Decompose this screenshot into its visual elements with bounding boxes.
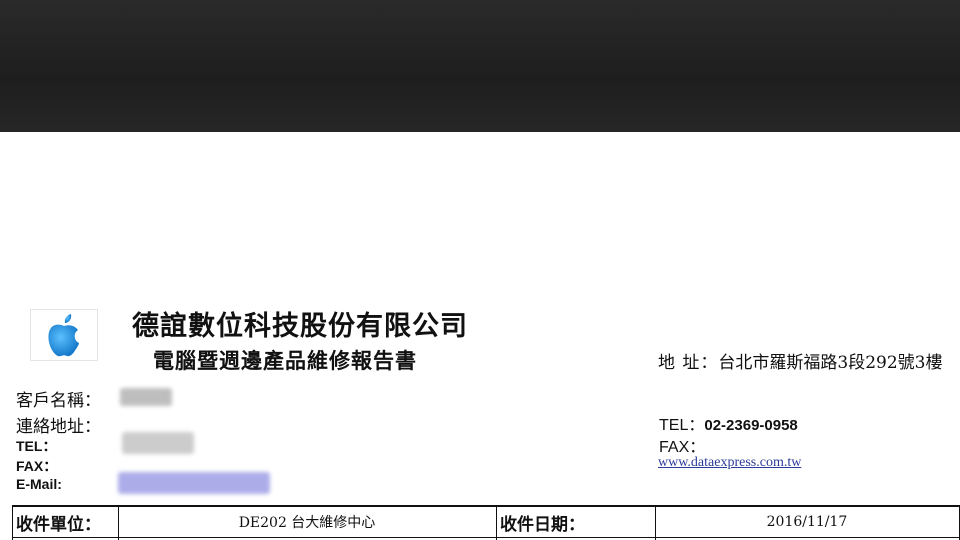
customer-address-label: 連絡地址： [16, 417, 101, 437]
customer-email-label: E-Mail: [16, 476, 62, 492]
company-tel: TEL：02-2369-0958 [659, 411, 798, 435]
receiving-date-label: 收件日期： [500, 514, 585, 535]
company-fax: FAX： [659, 433, 705, 457]
redacted-customer-tel [122, 432, 194, 454]
company-address: 地 址：台北市羅斯福路3段292號3樓 [658, 348, 943, 373]
receiving-unit-value: DE202 台大維修中心 [238, 515, 376, 531]
customer-tel-label: TEL： [16, 438, 57, 454]
report-title: 電腦暨週邊產品維修報告書 [153, 349, 417, 373]
video-letterbox-band [0, 0, 960, 132]
customer-fax-label: FAX： [16, 458, 58, 474]
receiving-unit-label: 收件單位： [16, 514, 101, 535]
receiving-date-value: 2016/11/17 [766, 514, 848, 530]
company-tel-value: 02-2369-0958 [704, 417, 798, 434]
redacted-customer-name [120, 388, 172, 406]
customer-name-label: 客戶名稱： [16, 391, 101, 411]
company-logo [30, 309, 98, 361]
company-tel-label: TEL： [659, 417, 705, 434]
company-fax-label: FAX： [659, 439, 706, 456]
company-name: 德誼數位科技股份有限公司 [132, 311, 468, 342]
company-website-link[interactable]: www.dataexpress.com.tw [658, 455, 801, 471]
redacted-customer-email [118, 472, 270, 494]
address-label: 地 址： [658, 353, 719, 373]
address-value: 台北市羅斯福路3段292號3樓 [718, 353, 943, 373]
apple-logo-icon [48, 314, 79, 357]
repair-info-table: 收件單位： DE202 台大維修中心 收件日期： 2016/11/17 [12, 505, 960, 540]
